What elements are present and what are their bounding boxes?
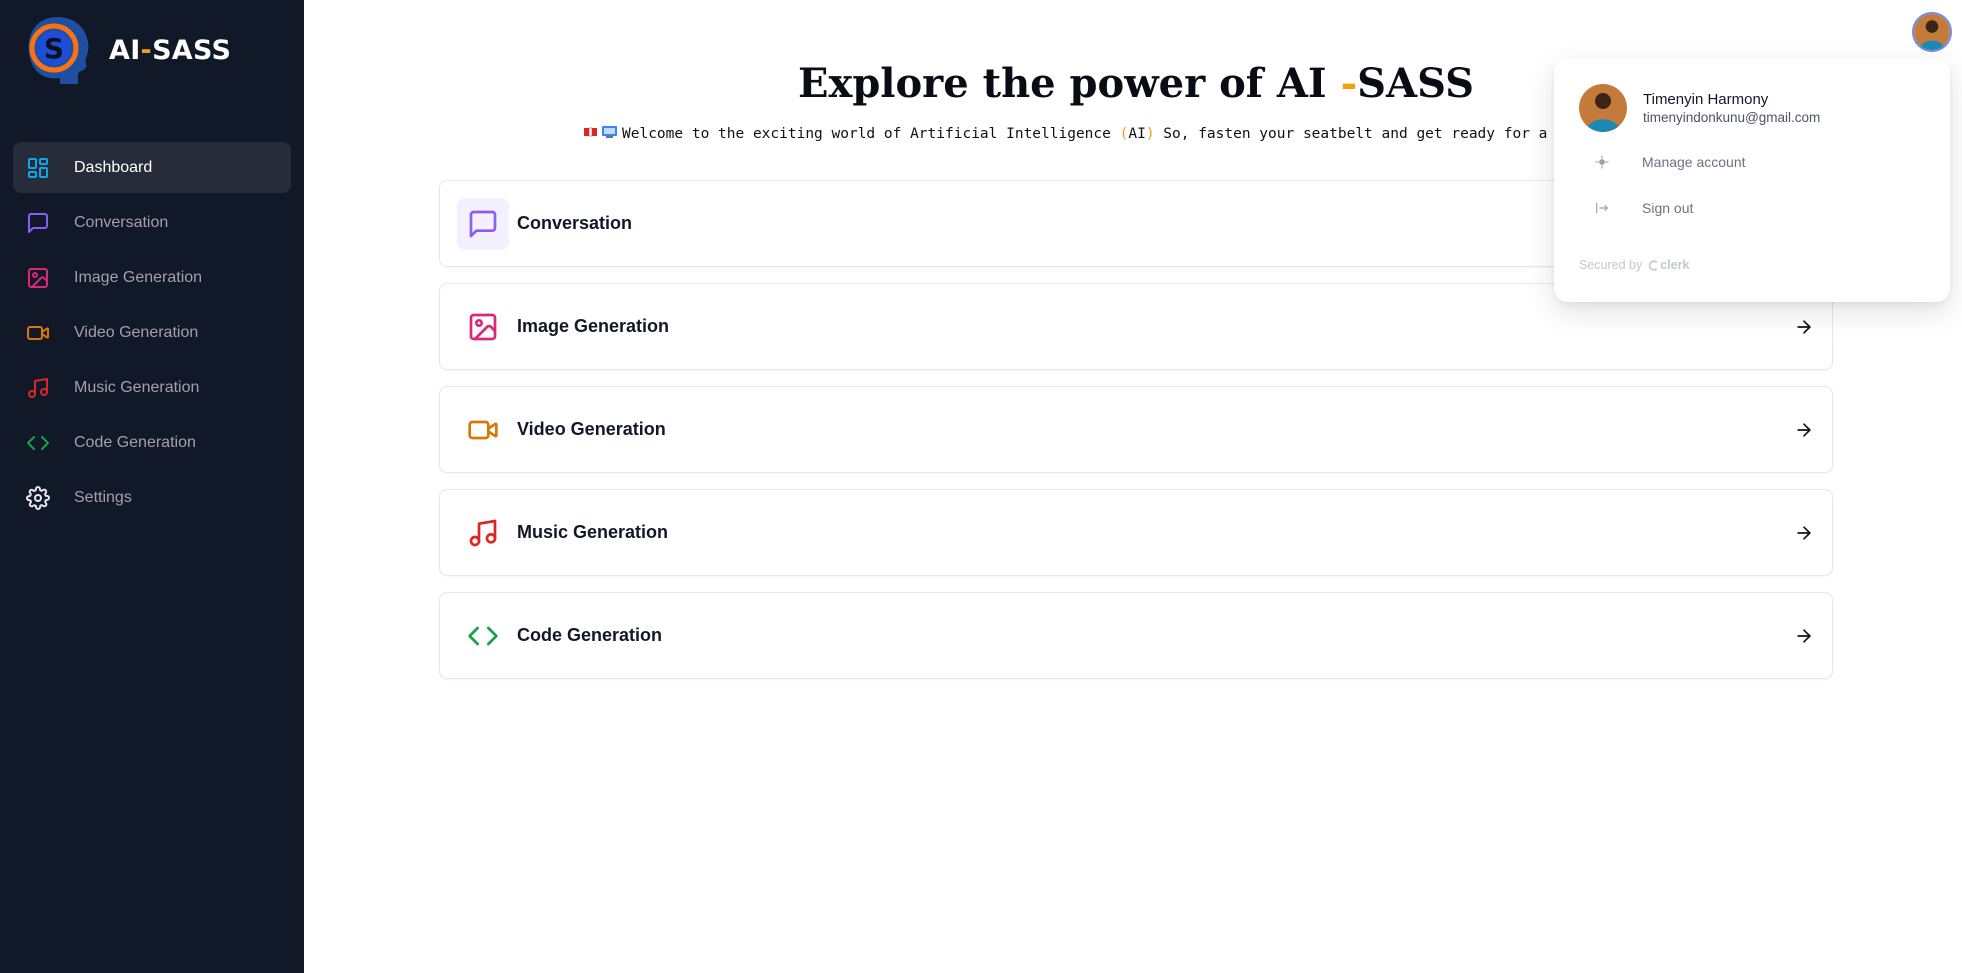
tool-card-code-generation[interactable]: Code Generation	[439, 592, 1833, 679]
user-preview: Timenyin Harmony timenyindonkunu@gmail.c…	[1579, 84, 1820, 132]
sidebar-item-conversation[interactable]: Conversation	[13, 197, 291, 248]
clerk-logo-icon: clerk	[1647, 258, 1689, 272]
user-menu-popover: Timenyin Harmony timenyindonkunu@gmail.c…	[1554, 58, 1950, 302]
arrow-right-icon	[1797, 628, 1811, 643]
sign-out-label: Sign out	[1642, 200, 1694, 216]
manage-account-button[interactable]: Manage account	[1579, 144, 1925, 180]
svg-text:S: S	[44, 32, 64, 65]
sidebar-item-label: Image Generation	[74, 268, 203, 286]
sidebar-item-label: Video Generation	[74, 323, 199, 341]
music-icon	[26, 376, 50, 400]
sidebar-item-music-generation[interactable]: Music Generation	[13, 362, 291, 413]
sign-out-button[interactable]: Sign out	[1579, 190, 1925, 226]
layout-dashboard-icon	[26, 156, 50, 180]
image-icon	[26, 266, 50, 290]
brand-logo-link[interactable]: S AI-SASS	[26, 14, 231, 86]
tool-label: Music Generation	[517, 522, 669, 542]
sidebar-item-settings[interactable]: Settings	[13, 472, 291, 523]
avatar-icon	[1914, 14, 1950, 50]
manage-account-label: Manage account	[1642, 154, 1746, 170]
emoji-icon	[584, 125, 618, 143]
image-icon	[457, 301, 509, 353]
music-icon	[457, 507, 509, 559]
sidebar-item-label: Dashboard	[74, 158, 153, 176]
arrow-right-icon	[1797, 525, 1811, 540]
sidebar-item-dashboard[interactable]: Dashboard	[13, 142, 291, 193]
avatar	[1579, 84, 1627, 132]
tool-label: Image Generation	[517, 316, 670, 336]
user-email: timenyindonkunu@gmail.com	[1643, 110, 1821, 125]
sidebar-item-label: Code Generation	[74, 433, 196, 451]
ai-sass-logo-icon: S	[26, 14, 92, 86]
user-name: Timenyin Harmony	[1643, 91, 1769, 108]
arrow-right-icon	[1797, 319, 1811, 334]
sidebar-item-label: Conversation	[74, 213, 169, 231]
sidebar-nav: Dashboard Conversation Image Generation …	[13, 142, 291, 527]
code-icon	[457, 610, 509, 662]
brand-name: AI-SASS	[109, 34, 232, 66]
tool-label: Code Generation	[517, 625, 663, 645]
tool-card-music-generation[interactable]: Music Generation	[439, 489, 1833, 576]
video-icon	[457, 404, 509, 456]
sidebar-item-label: Settings	[74, 488, 132, 506]
tool-label: Video Generation	[517, 419, 666, 439]
message-square-icon	[457, 197, 509, 250]
message-square-icon	[26, 211, 50, 235]
arrow-right-icon	[1797, 422, 1811, 437]
sidebar-item-video-generation[interactable]: Video Generation	[13, 307, 291, 358]
sidebar-item-code-generation[interactable]: Code Generation	[13, 417, 291, 468]
secured-label: Secured by	[1579, 258, 1643, 272]
tool-card-video-generation[interactable]: Video Generation	[439, 386, 1833, 473]
sidebar-item-image-generation[interactable]: Image Generation	[13, 252, 291, 303]
user-avatar-button[interactable]	[1912, 12, 1952, 52]
video-icon	[26, 321, 50, 345]
secured-by-clerk: Secured by clerk	[1579, 258, 1689, 272]
sidebar: S AI-SASS Dashboard Conversation Image G…	[0, 0, 304, 973]
settings-icon	[26, 485, 50, 510]
code-icon	[26, 431, 50, 455]
sidebar-item-label: Music Generation	[74, 378, 200, 396]
tool-label: Conversation	[517, 213, 633, 233]
gear-icon	[1594, 154, 1610, 170]
sign-out-icon	[1594, 200, 1610, 216]
clerk-label: clerk	[1660, 258, 1690, 272]
